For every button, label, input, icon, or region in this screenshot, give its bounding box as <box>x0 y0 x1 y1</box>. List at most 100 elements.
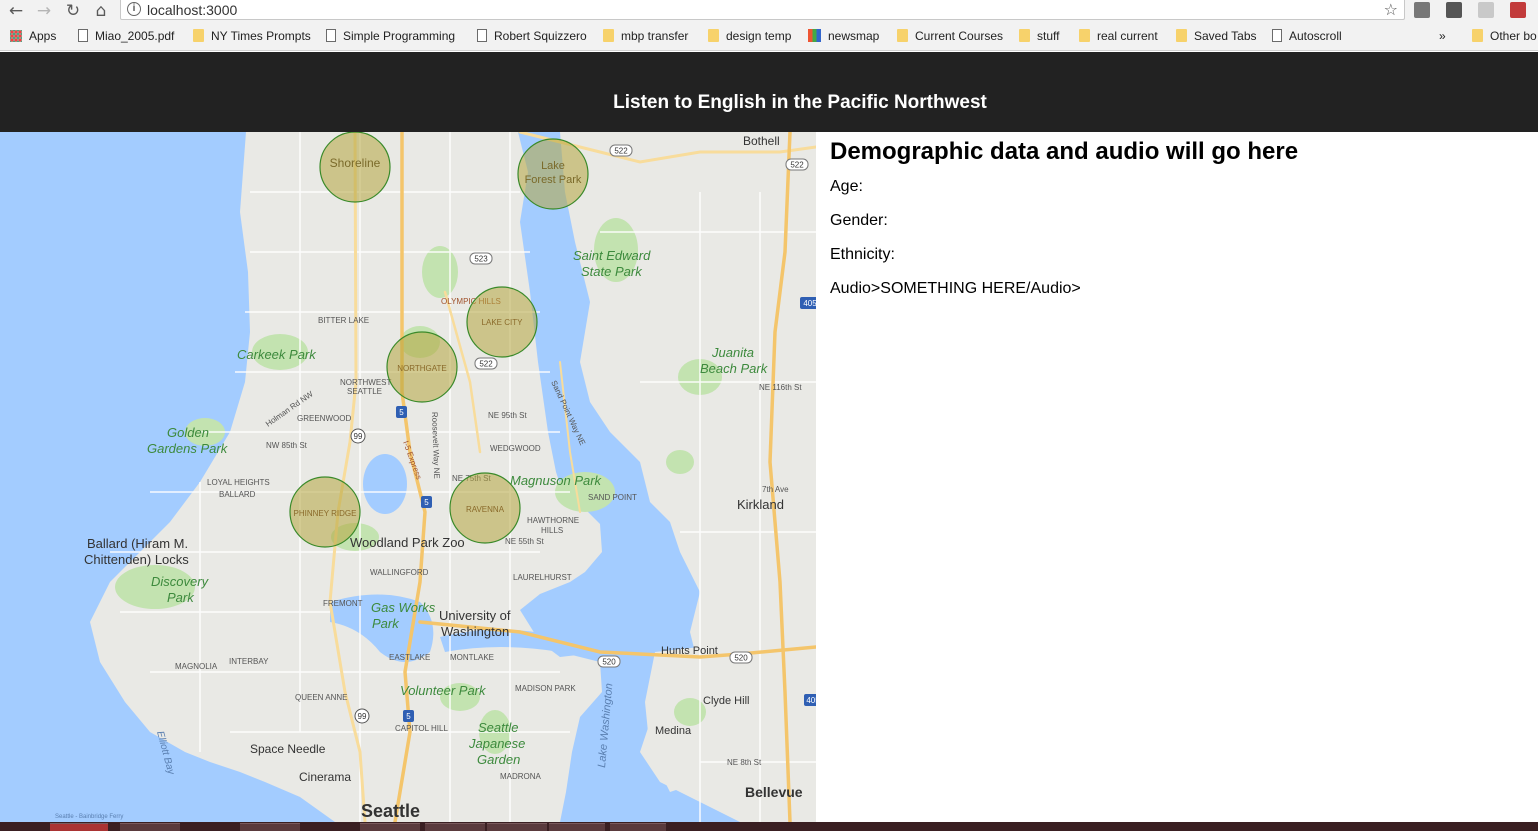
label-nw-85th: NW 85th St <box>266 441 308 450</box>
label-ne-55th: NE 55th St <box>505 537 544 546</box>
marker-ravenna[interactable]: RAVENNA <box>449 472 521 544</box>
svg-text:5: 5 <box>406 712 411 721</box>
label-gas-works: Gas Works <box>371 600 436 615</box>
label-kirkland: Kirkland <box>737 497 784 512</box>
folder-icon <box>1019 29 1030 42</box>
taskbar-app-icon[interactable] <box>425 823 485 831</box>
bookmark-current-courses[interactable]: Current Courses <box>897 29 1003 45</box>
svg-text:99: 99 <box>358 712 367 721</box>
label-hawthorne-hills: HILLS <box>541 526 563 535</box>
taskbar-app-icon[interactable] <box>120 823 180 831</box>
bookmark-saved-tabs[interactable]: Saved Tabs <box>1176 29 1257 45</box>
label-ferry: Seattle - Bainbridge Ferry <box>55 814 123 820</box>
bookmark-stuff[interactable]: stuff <box>1019 29 1059 45</box>
label-northwest: NORTHWEST <box>340 378 392 387</box>
route-522-shield: 522 <box>474 357 498 370</box>
info-icon[interactable]: i <box>127 2 141 16</box>
extension-grid-icon[interactable] <box>1414 2 1430 18</box>
svg-text:5: 5 <box>399 408 404 417</box>
gender-label: Gender: <box>830 212 888 229</box>
label-bothell: Bothell <box>743 134 780 148</box>
label-seattle: Seattle <box>361 801 420 821</box>
label-capitol-hill: CAPITOL HILL <box>395 724 448 733</box>
route-522-shield: 522 <box>609 144 633 157</box>
svg-text:5: 5 <box>424 498 429 507</box>
marker-lake-city[interactable]: LAKE CITY <box>466 286 538 358</box>
label-saint-edward: Saint Edward <box>573 248 651 263</box>
home-icon[interactable]: ⌂ <box>91 1 111 21</box>
i5-shield: 5 <box>396 406 407 418</box>
extension-red-icon[interactable] <box>1510 2 1526 18</box>
i405-shield: 405 <box>800 297 816 309</box>
bookmark-miao[interactable]: Miao_2005.pdf <box>78 29 174 45</box>
bookmark-real-current[interactable]: real current <box>1079 29 1158 45</box>
bookmark-design[interactable]: design temp <box>708 29 791 45</box>
label-magnuson-park: Magnuson Park <box>510 473 603 488</box>
label-carkeek-park: Carkeek Park <box>237 347 317 362</box>
bookmark-other[interactable]: Other bo <box>1472 29 1537 45</box>
folder-icon <box>1079 29 1090 42</box>
marker-lake-forest-park[interactable]: Lake Forest Park <box>517 138 589 210</box>
bookmark-mbp[interactable]: mbp transfer <box>603 29 688 45</box>
map[interactable]: 522 522 523 522 405 5 99 5 520 520 99 5 … <box>0 132 816 822</box>
taskbar-chrome-icon[interactable] <box>50 823 108 831</box>
os-taskbar <box>0 822 1538 831</box>
bookmark-newsmap[interactable]: newsmap <box>808 29 879 45</box>
label-state-park: State Park <box>581 264 643 279</box>
folder-icon <box>897 29 908 42</box>
taskbar-app-icon[interactable] <box>360 823 420 831</box>
reload-icon[interactable]: ↻ <box>63 1 83 21</box>
address-bar[interactable]: i localhost:3000 ☆ <box>120 0 1405 20</box>
taskbar-app-icon[interactable] <box>240 823 300 831</box>
svg-text:NORTHGATE: NORTHGATE <box>397 364 446 373</box>
app-header: Listen to English in the Pacific Northwe… <box>0 52 1538 132</box>
label-eastlake: EASTLAKE <box>389 653 430 662</box>
bookmark-star-icon[interactable]: ☆ <box>1384 0 1398 19</box>
url-text[interactable]: localhost:3000 <box>147 2 237 18</box>
age-label: Age: <box>830 178 863 195</box>
label-ballard-locks-2: Chittenden) Locks <box>84 552 189 567</box>
bookmark-autoscroll[interactable]: Autoscroll <box>1272 29 1342 45</box>
label-clyde-hill: Clyde Hill <box>703 695 749 707</box>
map-canvas[interactable]: 522 522 523 522 405 5 99 5 520 520 99 5 … <box>0 132 816 822</box>
taskbar-app-icon[interactable] <box>549 823 605 831</box>
back-arrow-icon[interactable]: ← <box>6 1 26 21</box>
bookmark-simple-programming[interactable]: Simple Programming <box>326 29 458 45</box>
svg-text:405: 405 <box>803 299 816 308</box>
label-space-needle: Space Needle <box>250 742 326 756</box>
label-ne-8th: NE 8th St <box>727 758 762 767</box>
taskbar-app-icon[interactable] <box>610 823 666 831</box>
bookmarks-overflow-chevron-icon[interactable]: » <box>1439 29 1446 45</box>
download-icon[interactable] <box>1478 2 1494 18</box>
label-seattle-japanese-3: Garden <box>477 752 520 767</box>
marker-shoreline[interactable]: Shoreline <box>319 132 391 203</box>
marker-lake-forest-park-line1: Lake <box>541 160 565 172</box>
extension-dots-icon[interactable] <box>1446 2 1462 18</box>
forward-arrow-icon[interactable]: → <box>34 1 54 21</box>
i5-shield: 5 <box>421 496 432 508</box>
bookmark-apps[interactable]: Apps <box>10 29 56 45</box>
taskbar-app-icon[interactable] <box>487 823 547 831</box>
folder-icon <box>193 29 204 42</box>
panel-heading: Demographic data and audio will go here <box>830 138 1299 165</box>
bookmark-nyt[interactable]: NY Times Prompts <box>193 29 311 45</box>
label-hawthorne: HAWTHORNE <box>527 516 579 525</box>
label-fremont: FREMONT <box>323 599 363 608</box>
label-seattle-nw: SEATTLE <box>347 387 382 396</box>
i5-shield: 5 <box>403 710 414 722</box>
svg-text:522: 522 <box>479 360 493 369</box>
folder-icon <box>1176 29 1187 42</box>
label-montlake: MONTLAKE <box>450 653 494 662</box>
i405-shield: 405 <box>804 694 816 706</box>
label-laurelhurst: LAURELHURST <box>513 573 572 582</box>
marker-northgate[interactable]: NORTHGATE <box>386 331 458 403</box>
bookmark-robert[interactable]: Robert Squizzero <box>477 29 587 45</box>
browser-toolbar: ← → ↻ ⌂ i localhost:3000 ☆ <box>0 0 1538 22</box>
svg-text:PHINNEY RIDGE: PHINNEY RIDGE <box>294 509 357 518</box>
marker-phinney-ridge[interactable]: PHINNEY RIDGE <box>289 476 361 548</box>
label-gas-works-park: Park <box>372 616 400 631</box>
page-icon <box>326 29 336 42</box>
page-title: Listen to English in the Pacific Northwe… <box>613 92 987 113</box>
audio-placeholder: Audio>SOMETHING HERE/Audio> <box>830 280 1081 297</box>
label-gardens-park: Gardens Park <box>147 441 229 456</box>
